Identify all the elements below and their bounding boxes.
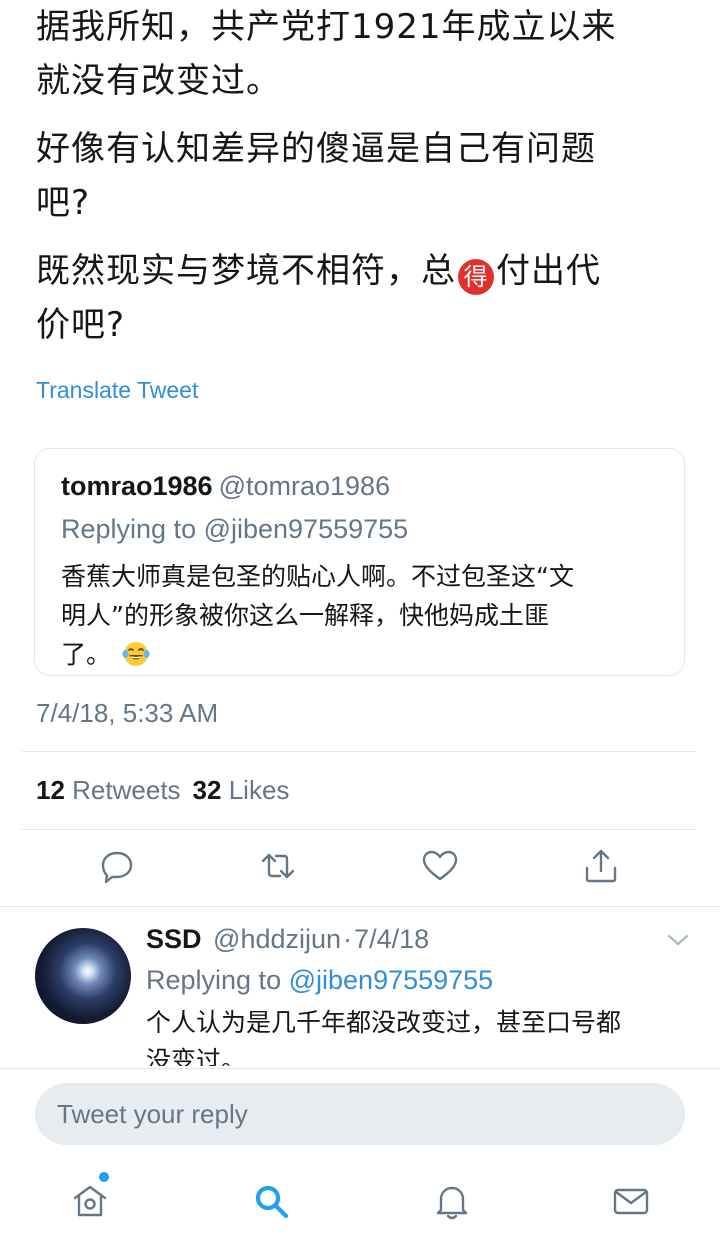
reply-tweet-text: 个人认为是几千年都没改变过，甚至口号都 没变过。 (146, 1004, 696, 1066)
notification-dot-icon (99, 1172, 109, 1182)
messages-icon[interactable] (611, 1181, 651, 1221)
retweets-stat[interactable]: 12 Retweets (36, 775, 181, 805)
avatar[interactable] (35, 928, 131, 1024)
tweet-text-segment: 既然现实与梦境不相符，总 (36, 251, 456, 291)
reply-author-name[interactable]: SSD (146, 924, 202, 954)
translate-tweet-link[interactable]: Translate Tweet (36, 377, 198, 404)
likes-count: 32 (192, 775, 222, 805)
tweet-paragraph: 好像有认知差异的傻逼是自己有问题 吧? (36, 122, 686, 230)
quoted-tweet-card[interactable]: tomrao1986 @tomrao1986 Replying to @jiben… (34, 448, 685, 676)
like-icon[interactable] (420, 846, 460, 886)
chevron-down-icon[interactable] (666, 930, 690, 950)
tweet-line: 好像有认知差异的傻逼是自己有问题 (36, 129, 596, 169)
tweet-line: 既然现实与梦境不相符，总得付出代 (36, 244, 686, 298)
reply-replying-to: Replying to @jiben97559755 (146, 960, 493, 1000)
quoted-line: 香蕉大师真是包圣的贴心人啊。不过包圣这“文 (61, 562, 574, 591)
reply-date: 7/4/18 (354, 924, 430, 954)
replying-prefix: Replying to (146, 965, 282, 995)
reply-icon[interactable] (97, 846, 137, 886)
tweet-line: 据我所知，共产党打1921年成立以来 (36, 7, 617, 47)
divider (0, 906, 720, 907)
tweet-paragraph: 既然现实与梦境不相符，总得付出代 价吧? (36, 244, 686, 352)
tweet-line: 价吧? (36, 305, 126, 345)
retweet-icon[interactable] (258, 846, 298, 886)
tweet-paragraph: 据我所知，共产党打1921年成立以来 就没有改变过。 (36, 0, 686, 108)
tweet-line: 吧? (36, 183, 91, 223)
quoted-tweet-header: tomrao1986 @tomrao1986 (61, 467, 658, 505)
search-icon[interactable] (251, 1181, 291, 1221)
likes-label: Likes (228, 775, 290, 805)
share-icon[interactable] (581, 846, 621, 886)
quoted-line: 明人”的形象被你这么一解释，快他妈成土匪 (61, 601, 549, 630)
circled-de-emoji-icon: 得 (458, 259, 494, 295)
reply-author-handle: @hddzijun (213, 924, 342, 954)
reply-line: 个人认为是几千年都没改变过，甚至口号都 (146, 1008, 622, 1037)
retweets-label: Retweets (72, 775, 181, 805)
tears-of-joy-emoji-icon (122, 642, 150, 666)
home-icon[interactable] (70, 1181, 110, 1221)
divider (22, 829, 696, 830)
reply-line: 没变过。 (146, 1046, 247, 1066)
separator: · (343, 924, 353, 954)
tweet-text-segment: 付出代 (496, 251, 601, 291)
reply-header: SSD @hddzijun·7/4/18 (146, 920, 429, 958)
mention-link[interactable]: @jiben97559755 (289, 965, 494, 995)
tweet-stats: 12 Retweets 32 Likes (36, 775, 289, 806)
reply-tweet[interactable]: SSD @hddzijun·7/4/18 Replying to @jiben9… (0, 920, 720, 1066)
quoted-line-text: 了。 (61, 640, 112, 669)
quoted-replying-to: Replying to @jiben97559755 (61, 514, 409, 544)
reply-bar (0, 1068, 720, 1240)
likes-stat[interactable]: 32 Likes (193, 775, 290, 805)
quoted-author-handle: @tomrao1986 (218, 471, 391, 501)
quoted-author-name: tomrao1986 (61, 471, 213, 501)
divider (22, 751, 696, 752)
tweet-line: 就没有改变过。 (36, 61, 281, 101)
tweet-reply-input[interactable] (35, 1083, 685, 1145)
notifications-icon[interactable] (432, 1181, 472, 1221)
quoted-line: 了。 (61, 635, 658, 674)
quoted-tweet-text: 香蕉大师真是包圣的贴心人啊。不过包圣这“文 明人”的形象被你这么一解释，快他妈成… (61, 557, 658, 674)
tweet-timestamp: 7/4/18, 5:33 AM (36, 698, 219, 728)
tweet-body: 据我所知，共产党打1921年成立以来 就没有改变过。 好像有认知差异的傻逼是自己… (36, 0, 686, 366)
retweets-count: 12 (36, 775, 65, 805)
